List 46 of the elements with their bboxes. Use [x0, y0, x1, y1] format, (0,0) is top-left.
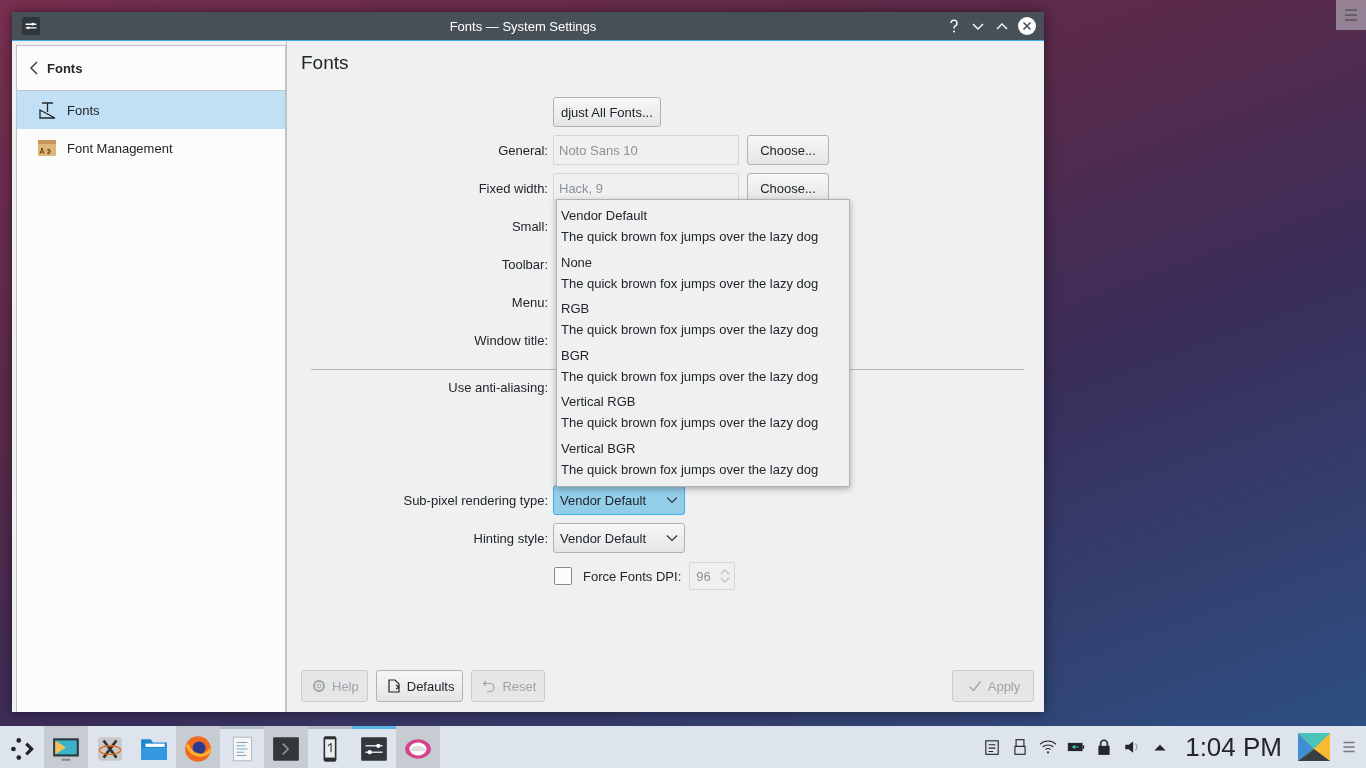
sidebar-item[interactable]: Font Management — [17, 129, 285, 167]
close-icon[interactable] — [1018, 17, 1036, 35]
settings-icon — [22, 17, 40, 35]
caret-icon — [666, 534, 678, 542]
choose-button[interactable]: Choose... — [747, 135, 829, 165]
field-label: Use anti-aliasing: — [448, 380, 548, 395]
clipboard-icon[interactable] — [983, 738, 1002, 756]
sidebar-title: Fonts — [47, 60, 83, 76]
undo-icon — [482, 679, 497, 693]
dropdown-option[interactable]: Vertical BGR The quick brown fox jumps over the lazy dog — [557, 437, 849, 480]
field-label: Menu: — [511, 294, 548, 310]
field-label: Toolbar: — [501, 256, 548, 272]
window-title: Fonts — System Settings — [448, 18, 598, 34]
lifebuoy-icon — [312, 679, 326, 693]
field-label: General: — [498, 142, 548, 158]
footer-button[interactable]: Defaults — [375, 670, 464, 702]
dropdown-option[interactable]: None The quick brown fox jumps over the lazy dog — [557, 251, 849, 294]
document-icon — [386, 679, 401, 693]
text-tool-icon — [37, 100, 57, 120]
field-label: Hinting style: — [473, 530, 548, 546]
checkbox-label: Force Fonts DPI: — [583, 568, 682, 584]
field-label: Small: — [511, 218, 548, 234]
browser-icon — [183, 733, 213, 764]
dropdown-select[interactable]: Vendor Default — [553, 485, 685, 515]
clock[interactable]: 1:04 PM — [1185, 731, 1282, 763]
dropdown-option[interactable]: RGB The quick brown fox jumps over the lazy dog — [557, 298, 849, 340]
wifi-icon[interactable] — [1039, 738, 1058, 756]
checkbox[interactable] — [554, 567, 572, 585]
task-button[interactable] — [176, 726, 220, 768]
field-label: Fixed width: — [478, 180, 548, 196]
dropdown-option[interactable]: Vertical RGB The quick brown fox jumps over the lazy dog — [557, 391, 849, 433]
checkmark-icon — [967, 679, 982, 693]
field-label: Sub-pixel rendering type: — [403, 492, 548, 508]
task-button[interactable] — [264, 726, 308, 768]
caret-icon — [666, 496, 678, 504]
dropdown-select[interactable]: Vendor Default — [553, 523, 685, 553]
logo-icon[interactable] — [1298, 733, 1330, 761]
font-box-icon — [37, 138, 57, 158]
dropdown-option[interactable]: Vendor Default The quick brown fox jumps over the lazy dog — [557, 205, 849, 247]
adjust-all-fonts-button[interactable]: djust All Fonts... — [553, 97, 661, 127]
page-title: Fonts — [301, 51, 350, 74]
task-button[interactable] — [44, 726, 88, 768]
back-icon[interactable] — [29, 61, 39, 75]
field-label: Window title: — [474, 332, 548, 348]
dropdown-option[interactable]: BGR The quick brown fox jumps over the lazy dog — [557, 344, 849, 387]
sidebar-item[interactable]: Fonts — [17, 91, 285, 129]
